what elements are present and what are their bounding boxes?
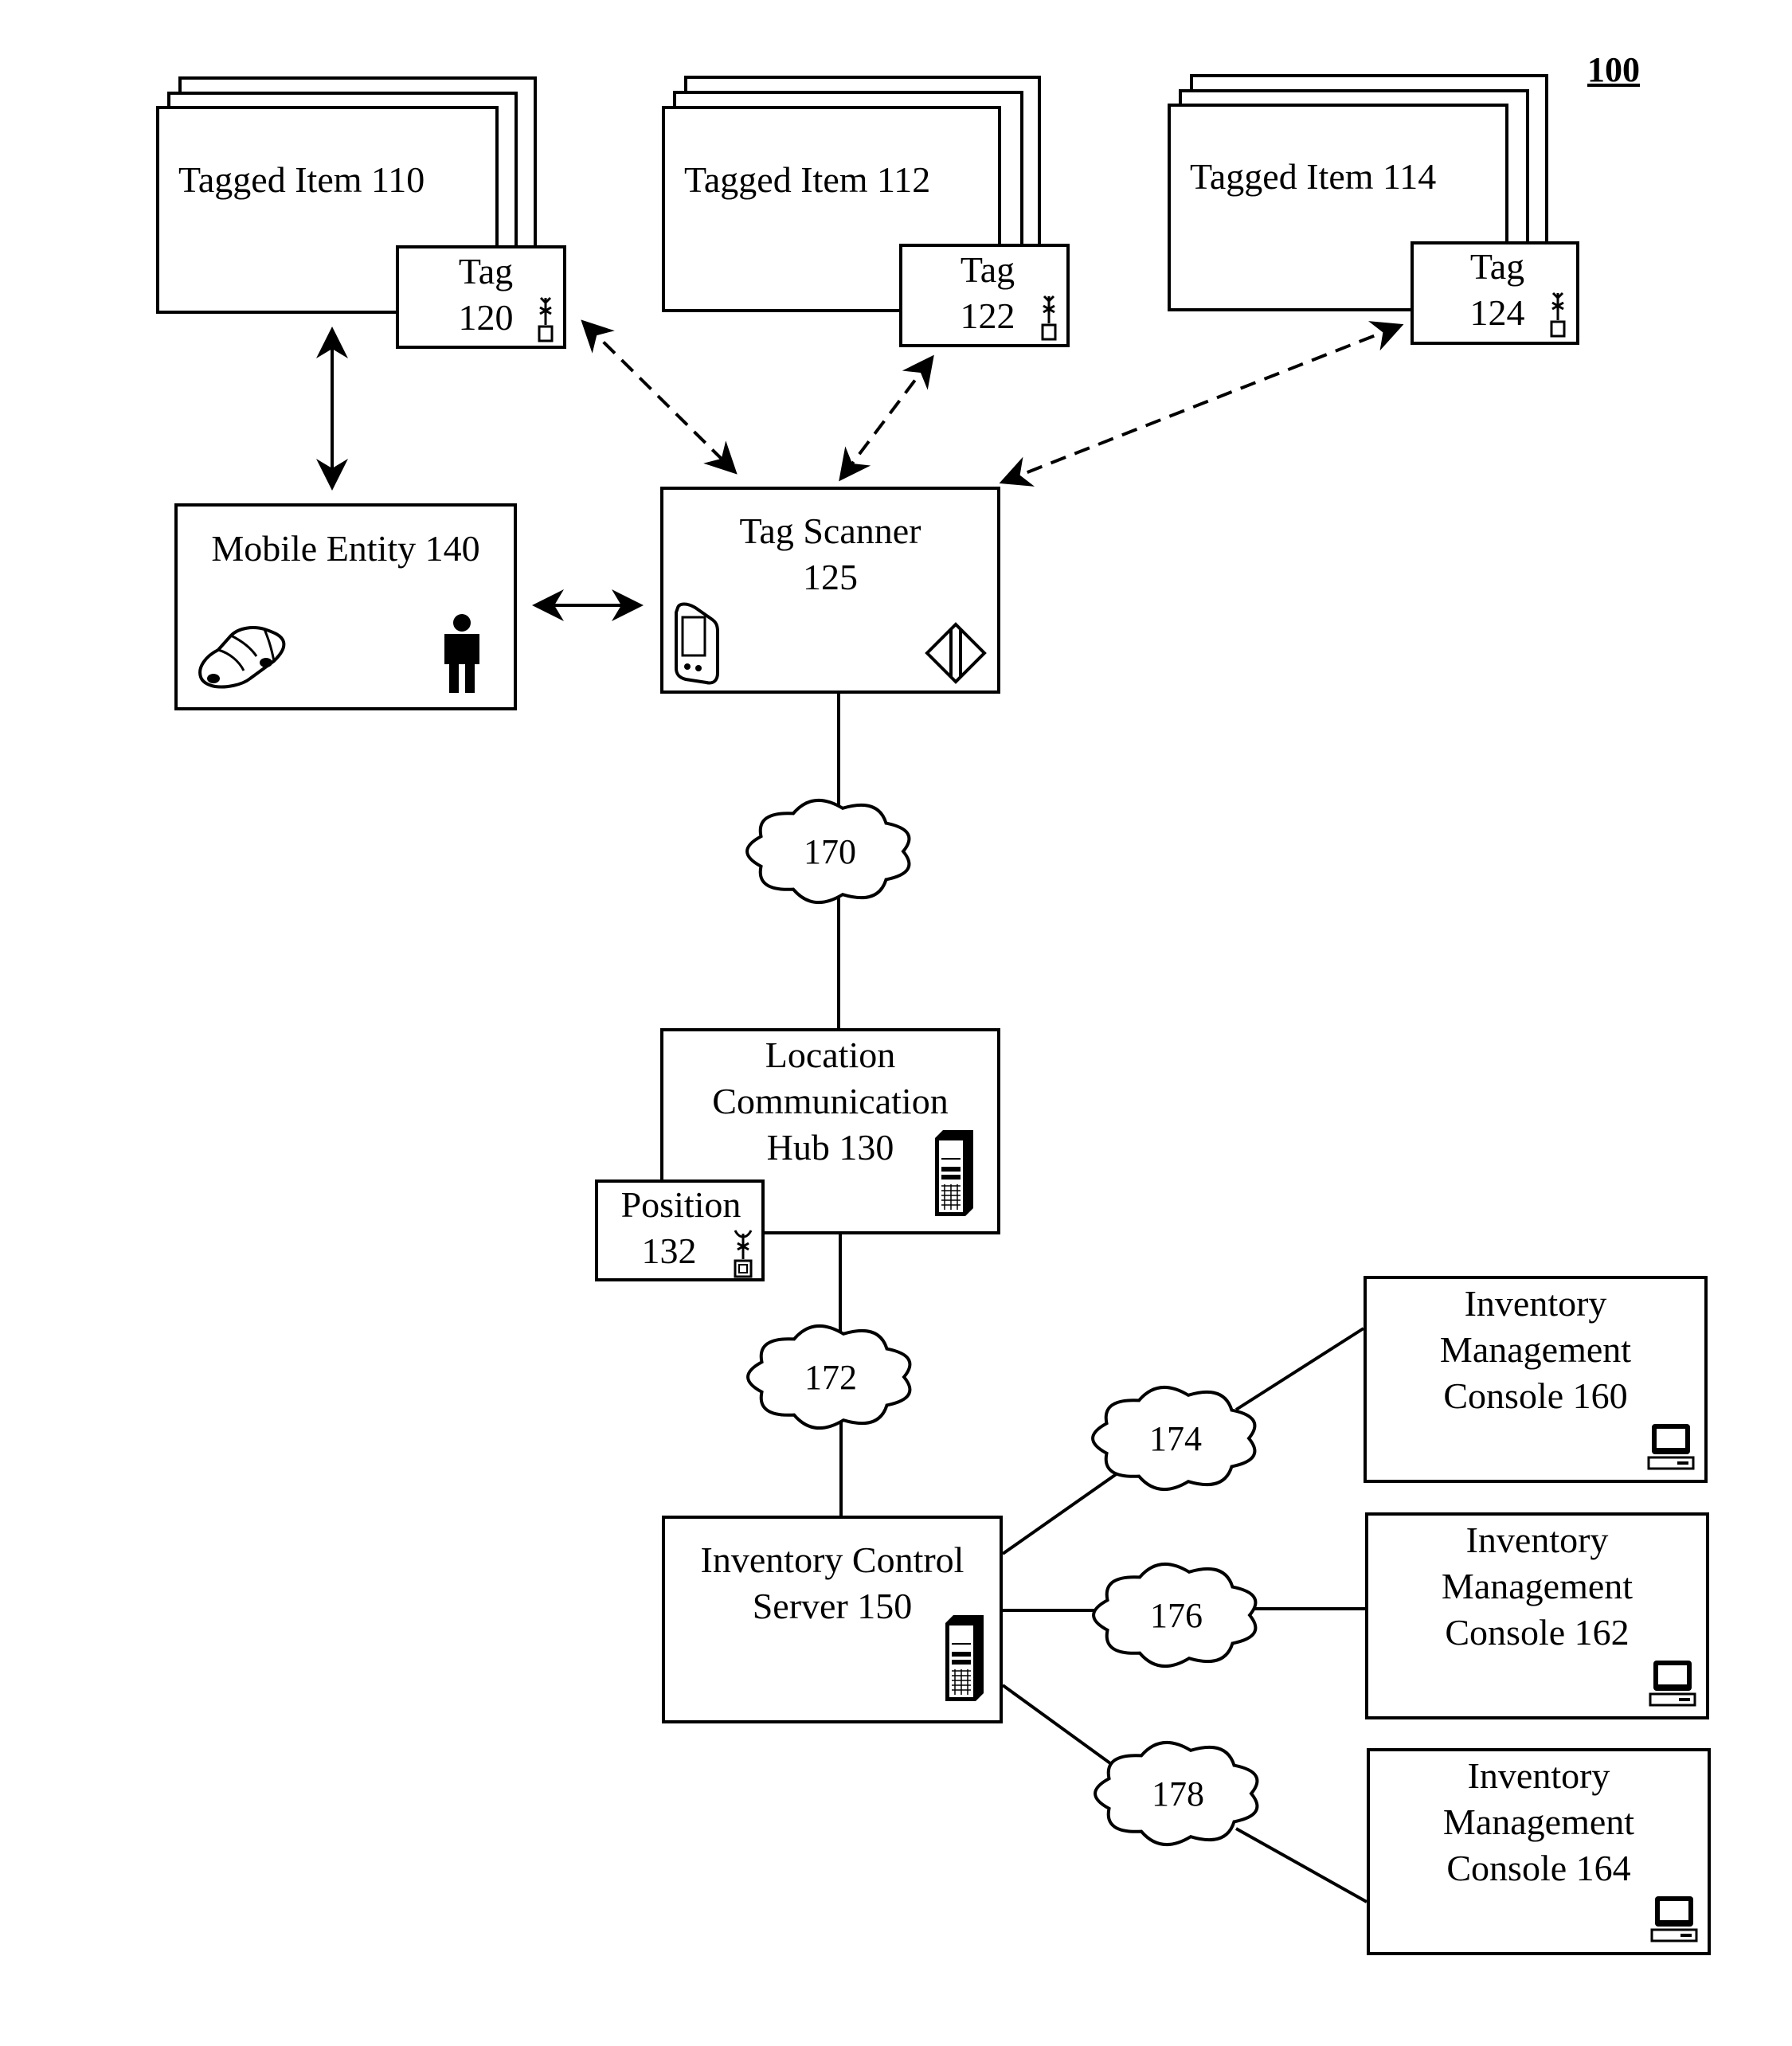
- computer-icon: [1649, 1661, 1696, 1707]
- tag-label-line2: 120: [458, 297, 514, 338]
- network-176-label: 176: [1150, 1596, 1203, 1635]
- computer-icon: [1647, 1424, 1695, 1470]
- network-172-label: 172: [804, 1358, 857, 1397]
- tagged-item-label: Tagged Item 110: [178, 159, 425, 200]
- server-tower-icon: [935, 1130, 973, 1216]
- tag-label-line1: Tag: [458, 251, 514, 291]
- person-icon: [444, 614, 479, 693]
- mobile-entity-label: Mobile Entity 140: [211, 528, 480, 569]
- console-label-line2: Management: [1439, 1329, 1632, 1370]
- console-label-line3: Console 162: [1445, 1612, 1630, 1653]
- console-label-line3: Console 160: [1443, 1375, 1628, 1416]
- console-label-line2: Management: [1441, 1566, 1634, 1606]
- link-server-174: [1001, 1462, 1133, 1555]
- tag-label-line2: 122: [960, 295, 1015, 336]
- console-label-line1: Inventory: [1465, 1520, 1609, 1560]
- server-label-line1: Inventory Control: [700, 1539, 964, 1580]
- network-174-label: 174: [1149, 1419, 1202, 1458]
- tag-label-line1: Tag: [960, 249, 1015, 290]
- dashed-arrow-tag124-scanner: [999, 321, 1404, 487]
- tagged-item-label: Tagged Item 112: [684, 159, 931, 200]
- tag-scanner-label-line2: 125: [803, 557, 858, 597]
- link-178-console164: [1235, 1827, 1367, 1903]
- scanner-gate-icon: [925, 622, 987, 684]
- handheld-device-icon: [675, 602, 719, 685]
- dashed-arrow-tag120-scanner: [581, 319, 738, 475]
- console-label-line1: Inventory: [1464, 1283, 1607, 1324]
- console-label-line3: Console 164: [1446, 1848, 1631, 1888]
- console-label-line1: Inventory: [1467, 1755, 1610, 1796]
- hub-label-line1: Location: [765, 1035, 896, 1075]
- tag-label-line2: 124: [1469, 292, 1525, 333]
- antenna-tag-icon: [1041, 295, 1057, 341]
- network-170-label: 170: [804, 832, 856, 871]
- position-label-line2: 132: [641, 1230, 697, 1271]
- tagged-item-label: Tagged Item 114: [1190, 156, 1437, 197]
- position-label-line1: Position: [620, 1184, 741, 1225]
- tag-label-line1: Tag: [1469, 246, 1525, 287]
- hub-label-line2: Communication: [712, 1081, 949, 1121]
- server-tower-icon: [945, 1615, 984, 1701]
- network-178-label: 178: [1152, 1774, 1204, 1813]
- tag-scanner-label-line1: Tag Scanner: [739, 511, 921, 551]
- car-icon: [198, 626, 286, 689]
- link-server-178: [1001, 1684, 1129, 1778]
- antenna-tag-icon: [734, 1230, 753, 1278]
- dashed-arrow-tag122-scanner: [839, 354, 934, 482]
- console-label-line2: Management: [1442, 1801, 1635, 1842]
- antenna-tag-icon: [538, 296, 554, 342]
- antenna-tag-icon: [1550, 291, 1566, 338]
- computer-icon: [1650, 1896, 1698, 1942]
- figure-number: 100: [1587, 50, 1640, 89]
- link-174-console160: [1234, 1327, 1365, 1411]
